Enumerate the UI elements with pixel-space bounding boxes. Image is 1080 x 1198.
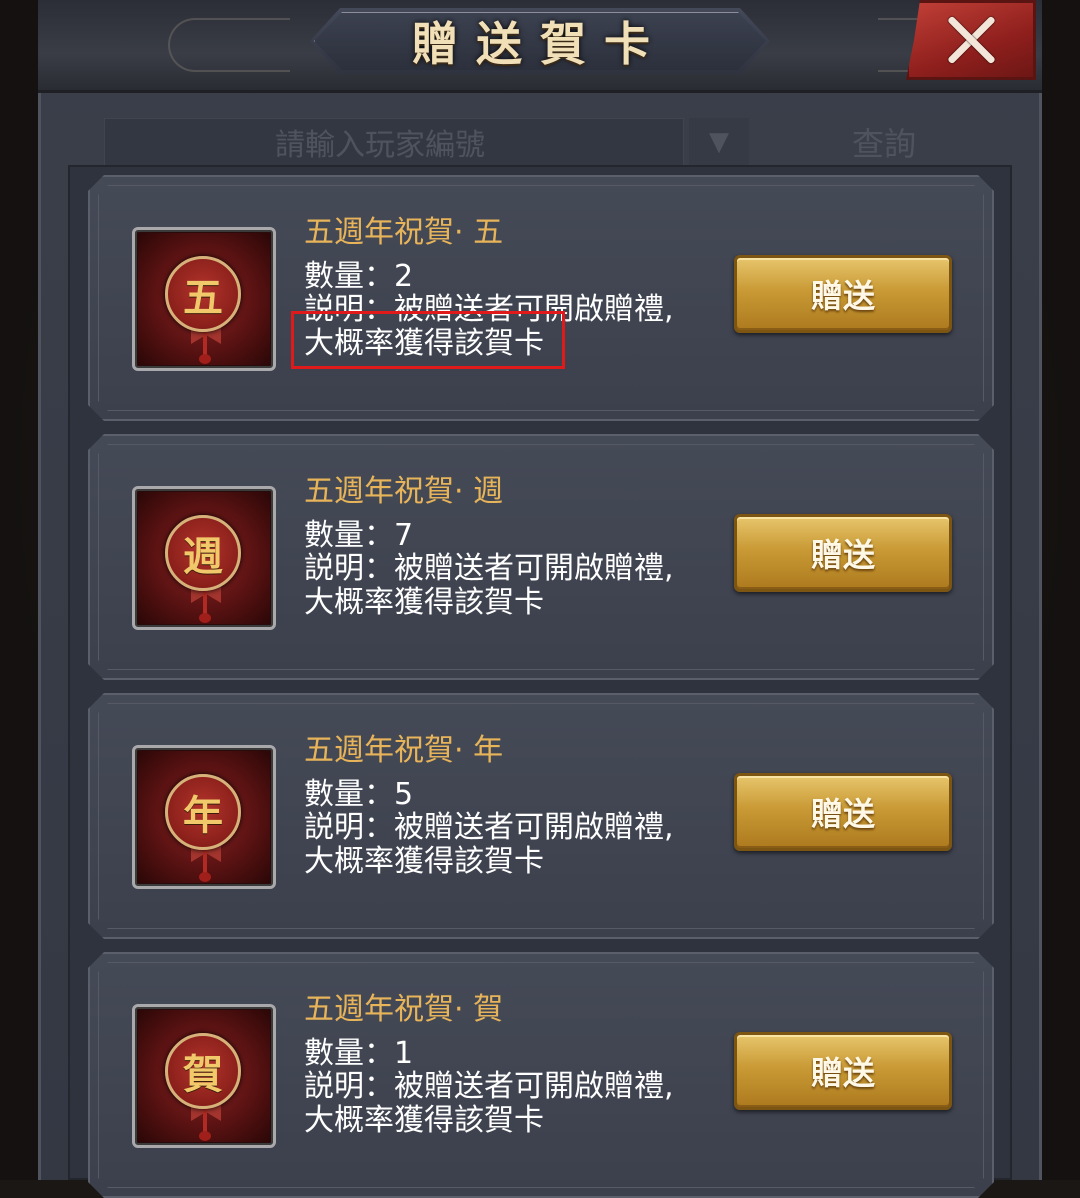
greeting-card-icon: 年 [165,774,241,850]
medallion-glyph: 週 [183,533,223,580]
gift-button[interactable]: 贈送 [734,514,952,592]
card-description: 説明：被贈送者可開啟贈禮, 大概率獲得該賀卡 [304,1069,674,1138]
card-title: 五週年祝賀· 年 [304,733,504,768]
greeting-card-icon: 五 [165,256,241,332]
card-icon-frame: 五 [132,227,276,371]
card-icon-frame: 年 [132,745,276,889]
card-title: 五週年祝賀· 週 [304,474,504,509]
close-icon [944,13,998,67]
search-button[interactable]: 查詢 [804,118,964,166]
chevron-down-icon[interactable]: ▼ [689,118,749,166]
card-icon-frame: 週 [132,486,276,630]
gift-button[interactable]: 贈送 [734,255,952,333]
card-quantity: 數量：5 [304,777,414,812]
card-quantity: 數量：7 [304,518,414,553]
greeting-card-icon: 賀 [165,1033,241,1109]
card-item: 週 五週年祝賀· 週 數量：7 説明：被贈送者可開啟贈禮, 大概率獲得該賀卡 贈送 [88,434,994,680]
card-item: 年 五週年祝賀· 年 數量：5 説明：被贈送者可開啟贈禮, 大概率獲得該賀卡 贈送 [88,693,994,939]
header-ornament-left [168,18,290,72]
medallion-glyph: 五 [183,274,223,321]
close-button[interactable] [906,0,1036,80]
search-row: 請輸入玩家編號 ▼ 查詢 [104,118,964,168]
card-icon-frame: 賀 [132,1004,276,1148]
medallion-glyph: 年 [183,792,223,839]
card-item: 五 五週年祝賀· 五 數量：2 説明：被贈送者可開啟贈禮, 大概率獲得該賀卡 贈送 [88,175,994,421]
card-quantity: 數量：2 [304,259,414,294]
gift-button[interactable]: 贈送 [734,1032,952,1110]
card-item: 賀 五週年祝賀· 賀 數量：1 説明：被贈送者可開啟贈禮, 大概率獲得該賀卡 贈送 [88,952,994,1198]
card-title: 五週年祝賀· 賀 [304,992,504,1027]
annotation-highlight-box [291,311,565,369]
greeting-card-icon: 週 [165,515,241,591]
gift-button[interactable]: 贈送 [734,773,952,851]
card-description: 説明：被贈送者可開啟贈禮, 大概率獲得該賀卡 [304,551,674,620]
player-id-input[interactable]: 請輸入玩家編號 [104,118,684,166]
dialog-title: 贈送賀卡 [412,17,668,71]
medallion-glyph: 賀 [183,1051,223,1098]
card-description: 説明：被贈送者可開啟贈禮, 大概率獲得該賀卡 [304,810,674,879]
card-title: 五週年祝賀· 五 [304,215,504,250]
card-quantity: 數量：1 [304,1036,414,1071]
